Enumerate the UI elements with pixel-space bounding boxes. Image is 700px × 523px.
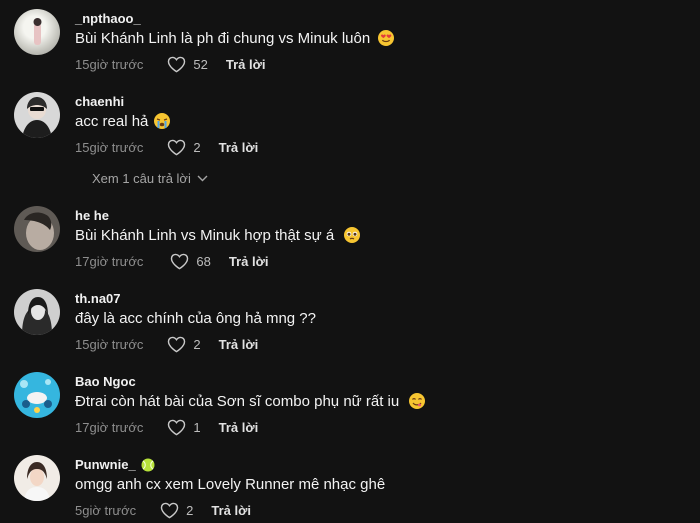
- comment-text: Đtrai còn hát bài của Sơn sĩ combo phụ n…: [75, 393, 426, 410]
- comment-text-content: acc real hả: [75, 113, 149, 130]
- reply-button[interactable]: Trả lời: [211, 503, 251, 518]
- avatar[interactable]: [14, 372, 60, 418]
- avatar-image: [24, 212, 54, 250]
- comment-meta: 15giờ trước 2 Trả lời: [75, 336, 258, 353]
- like-count: 2: [186, 503, 194, 518]
- comment-meta: 17giờ trước 1 Trả lời: [75, 419, 258, 436]
- comment-text-content: Đtrai còn hát bài của Sơn sĩ combo phụ n…: [75, 393, 400, 410]
- heart-icon: [168, 419, 186, 436]
- pleading-emoji-icon: [344, 227, 361, 243]
- comment-text: omgg anh cx xem Lovely Runner mê nhạc gh…: [75, 476, 386, 493]
- comment-text: đây là acc chính của ông hả mng ??: [75, 310, 316, 327]
- comment-meta: 17giờ trước 68 Trả lời: [75, 253, 268, 270]
- timestamp: 15giờ trước: [75, 57, 144, 72]
- avatar-image: [20, 379, 52, 413]
- like-count: 2: [193, 140, 201, 155]
- like-count: 2: [193, 337, 201, 352]
- timestamp: 15giờ trước: [75, 140, 144, 155]
- avatar-image: [22, 297, 52, 335]
- timestamp: 15giờ trước: [75, 337, 144, 352]
- comment-text: acc real hả: [75, 113, 170, 130]
- reply-button[interactable]: Trả lời: [219, 337, 259, 352]
- heart-icon: [160, 502, 179, 519]
- avatar[interactable]: [14, 92, 60, 138]
- comment-text: Bùi Khánh Linh là ph đi chung vs Minuk l…: [75, 30, 395, 47]
- reply-button[interactable]: Trả lời: [229, 254, 269, 269]
- reply-button[interactable]: Trả lời: [219, 420, 259, 435]
- yum-emoji-icon: [409, 393, 426, 409]
- heart-icon: [171, 253, 189, 270]
- tennis-ball-icon: [141, 458, 155, 472]
- like-button[interactable]: 1: [167, 419, 201, 436]
- heart-icon: [168, 336, 186, 353]
- like-count: 52: [193, 57, 208, 72]
- avatar[interactable]: [14, 206, 60, 252]
- avatar-image: [24, 462, 50, 501]
- username-row: Punwnie_: [75, 457, 155, 472]
- avatar-image: [22, 97, 52, 138]
- avatar[interactable]: [14, 9, 60, 55]
- heart-icon: [168, 139, 186, 156]
- like-button[interactable]: 2: [160, 502, 193, 519]
- timestamp: 17giờ trước: [75, 254, 144, 269]
- username[interactable]: Punwnie_: [75, 457, 136, 472]
- comment-text-content: Bùi Khánh Linh là ph đi chung vs Minuk l…: [75, 30, 371, 47]
- username[interactable]: Bao Ngoc: [75, 374, 136, 389]
- comment-meta: 15giờ trước 52 Trả lời: [75, 56, 265, 73]
- view-replies-label: Xem 1 câu trả lời: [92, 171, 191, 186]
- view-replies-button[interactable]: Xem 1 câu trả lời: [92, 171, 208, 186]
- comment-meta: 5giờ trước 2 Trả lời: [75, 502, 251, 519]
- heart-eyes-emoji-icon: [378, 30, 395, 46]
- username[interactable]: _npthaoo_: [75, 11, 141, 26]
- like-count: 1: [193, 420, 201, 435]
- username[interactable]: chaenhi: [75, 94, 124, 109]
- like-button[interactable]: 52: [167, 56, 208, 73]
- comment-meta: 15giờ trước 2 Trả lời: [75, 139, 258, 156]
- crying-emoji-icon: [153, 113, 170, 129]
- username[interactable]: he he: [75, 208, 109, 223]
- reply-button[interactable]: Trả lời: [226, 57, 266, 72]
- chevron-down-icon: [197, 175, 208, 182]
- like-button[interactable]: 2: [167, 336, 201, 353]
- avatar[interactable]: [14, 289, 60, 335]
- like-count: 68: [196, 254, 211, 269]
- comment-text-content: Bùi Khánh Linh vs Minuk hợp thật sự á: [75, 227, 335, 244]
- username[interactable]: th.na07: [75, 291, 121, 306]
- avatar[interactable]: [14, 455, 60, 501]
- like-button[interactable]: 2: [167, 139, 201, 156]
- like-button[interactable]: 68: [170, 253, 211, 270]
- reply-button[interactable]: Trả lời: [219, 140, 259, 155]
- timestamp: 17giờ trước: [75, 420, 144, 435]
- timestamp: 5giờ trước: [75, 503, 137, 518]
- avatar-image: [33, 18, 42, 45]
- comment-text: Bùi Khánh Linh vs Minuk hợp thật sự á: [75, 227, 361, 244]
- heart-icon: [168, 56, 186, 73]
